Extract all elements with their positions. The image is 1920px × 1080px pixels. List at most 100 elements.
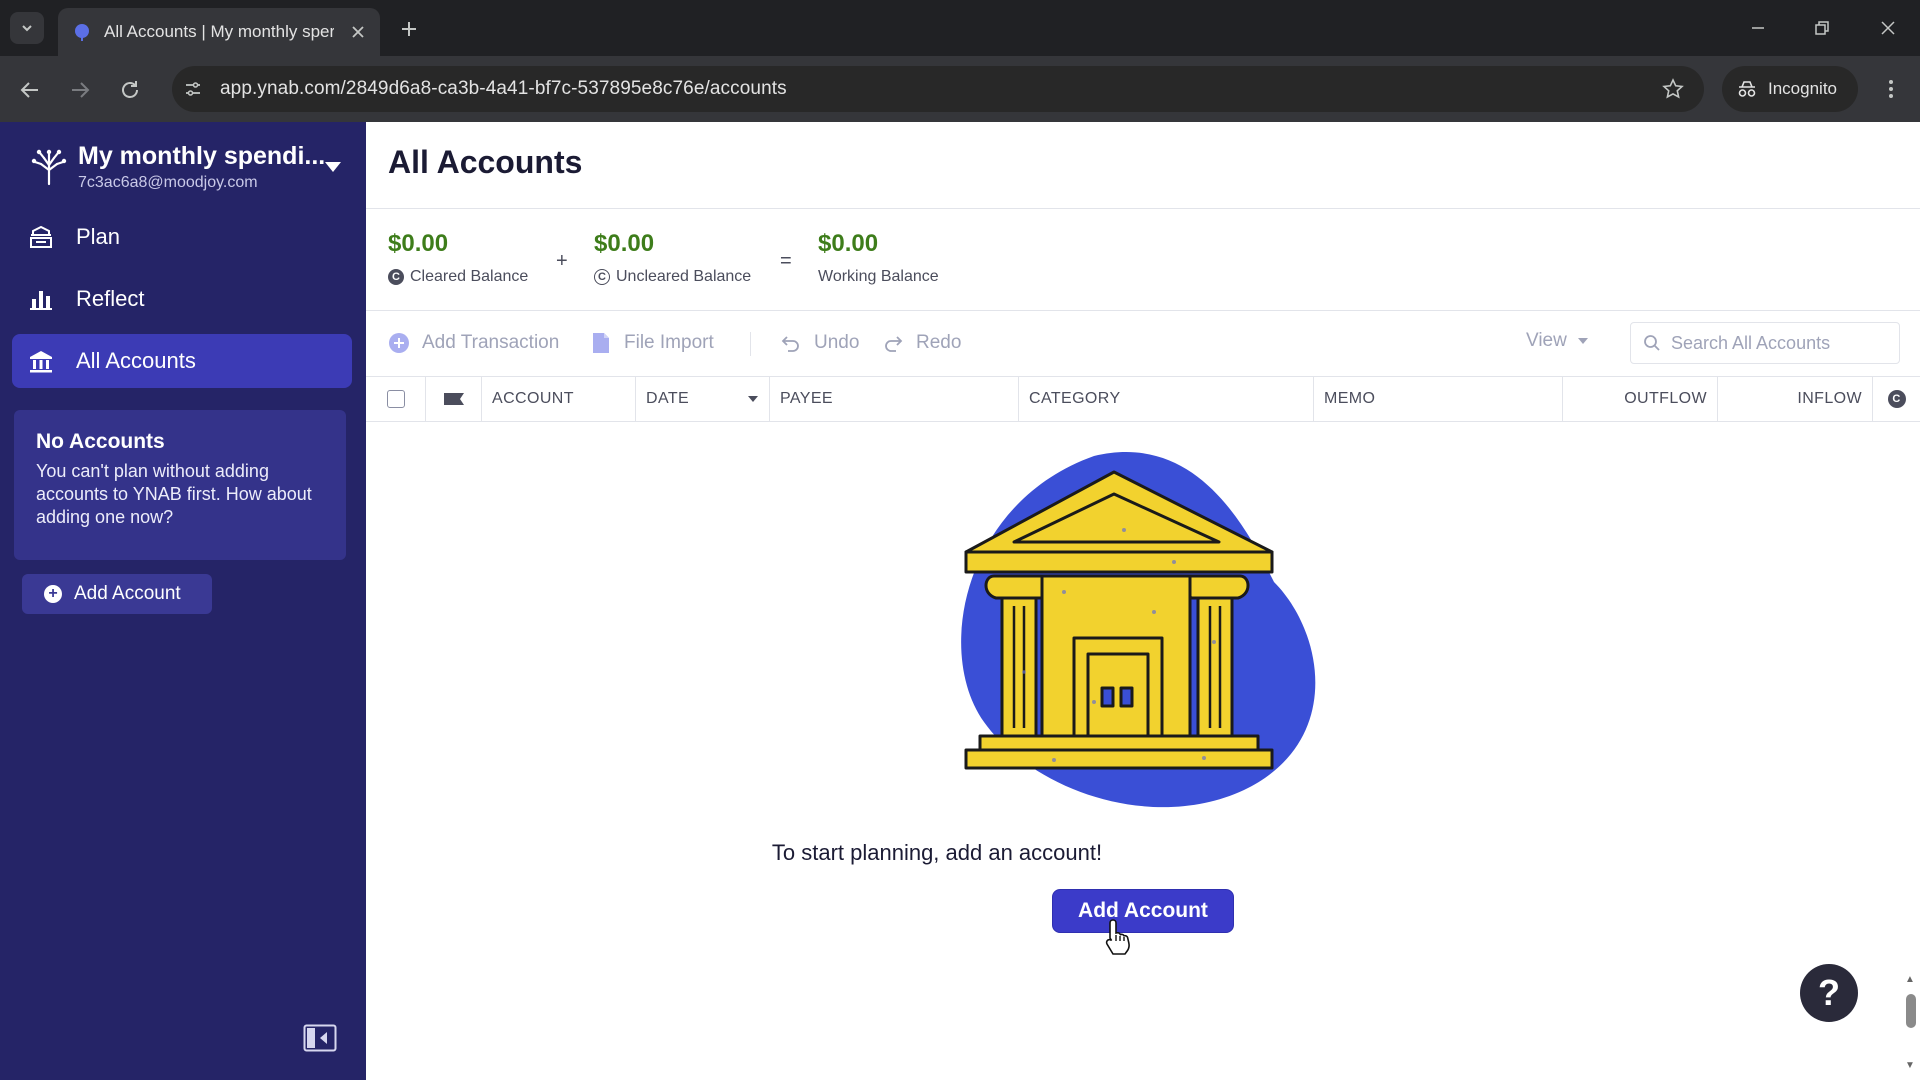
incognito-indicator[interactable]: Incognito (1722, 66, 1858, 112)
plus-circle-icon: + (44, 585, 62, 603)
balance-divider (366, 310, 1920, 311)
cleared-c-icon: C (1887, 390, 1906, 408)
plan-icon (26, 222, 56, 252)
scroll-down-arrow-icon[interactable]: ▼ (1904, 1060, 1916, 1071)
select-all-checkbox[interactable] (386, 390, 405, 408)
working-balance: $0.00 Working Balance (818, 230, 939, 286)
cleared-column-header[interactable]: C (1873, 377, 1920, 421)
cleared-balance-label: Cleared Balance (410, 268, 529, 285)
no-accounts-notice: No Accounts You can't plan without addin… (14, 410, 346, 560)
scrollbar-thumb[interactable] (1906, 994, 1916, 1028)
uncleared-balance-label: Uncleared Balance (616, 268, 752, 285)
inflow-column-header[interactable]: INFLOW (1718, 377, 1873, 421)
bank-icon (26, 346, 56, 376)
redo-button[interactable]: Redo (882, 328, 961, 358)
cleared-c-icon: C (388, 269, 404, 285)
undo-label: Undo (814, 332, 860, 353)
add-circle-icon (388, 332, 410, 354)
sidebar-item-all-accounts[interactable]: All Accounts (12, 334, 352, 388)
memo-column-header[interactable]: MEMO (1314, 377, 1563, 421)
tab-search-button[interactable] (10, 12, 44, 44)
select-all-checkbox-cell (366, 377, 426, 421)
close-window-icon[interactable] (1868, 12, 1908, 44)
flag-icon (443, 393, 464, 405)
back-arrow-icon[interactable] (12, 72, 48, 108)
restore-window-icon[interactable] (1802, 12, 1842, 44)
outflow-column-header[interactable]: OUTFLOW (1563, 377, 1718, 421)
equals-operator: = (780, 250, 792, 272)
sidebar: My monthly spendi... 7c3ac6a8@moodjoy.co… (0, 122, 366, 1080)
empty-state-message: To start planning, add an account! (771, 840, 1103, 865)
url-text[interactable]: app.ynab.com/2849d6a8-ca3b-4a41-bf7c-537… (220, 78, 787, 100)
browser-tab-active[interactable]: All Accounts | My monthly sper (58, 8, 380, 56)
undo-icon (780, 332, 802, 354)
redo-icon (882, 332, 904, 354)
scroll-up-arrow-icon[interactable]: ▲ (1904, 974, 1916, 985)
caret-down-icon (1577, 338, 1588, 344)
working-balance-label: Working Balance (818, 268, 939, 285)
add-account-button[interactable]: Add Account (1052, 889, 1234, 933)
cleared-balance-amount: $0.00 (388, 230, 449, 257)
chevron-down-icon (22, 25, 32, 32)
uncleared-balance: $0.00 C Uncleared Balance (594, 230, 751, 286)
view-label: View (1526, 330, 1567, 351)
search-input[interactable] (1671, 332, 1891, 354)
reload-icon[interactable] (112, 72, 148, 108)
cleared-balance: $0.00 C Cleared Balance (388, 230, 528, 286)
forward-arrow-icon[interactable] (62, 72, 98, 108)
file-icon (590, 332, 612, 354)
bookmark-star-icon[interactable] (1658, 74, 1688, 104)
browser-menu-icon[interactable] (1876, 74, 1906, 104)
no-accounts-text: You can't plan without adding accounts t… (36, 461, 312, 527)
file-import-label: File Import (624, 332, 714, 353)
sidebar-add-account-label: Add Account (74, 583, 181, 604)
main-content: All Accounts $0.00 C Cleared Balance + $… (366, 122, 1920, 1080)
file-import-button[interactable]: File Import (590, 328, 714, 358)
view-menu-button[interactable]: View (1526, 330, 1589, 352)
sidebar-item-reflect[interactable]: Reflect (12, 272, 352, 326)
sidebar-item-label: All Accounts (76, 348, 196, 373)
search-box[interactable] (1630, 322, 1900, 364)
browser-tab-bar: All Accounts | My monthly sper (0, 0, 1920, 56)
add-transaction-button[interactable]: Add Transaction (388, 328, 559, 358)
no-accounts-title: No Accounts (36, 430, 165, 453)
date-column-header[interactable]: DATE (636, 377, 770, 421)
tab-title: All Accounts | My monthly sper (104, 22, 334, 41)
budget-email: 7c3ac6a8@moodjoy.com (78, 174, 258, 191)
sort-caret-down-icon (748, 396, 758, 402)
header-divider (366, 208, 1920, 209)
sidebar-item-label: Reflect (76, 286, 145, 311)
sidebar-add-account-button[interactable]: + Add Account (22, 574, 212, 614)
page-title: All Accounts (388, 144, 583, 180)
hand-pointer-cursor-icon (1105, 919, 1130, 955)
incognito-label: Incognito (1768, 79, 1837, 98)
caret-down-icon[interactable] (322, 156, 344, 178)
add-transaction-label: Add Transaction (422, 332, 560, 353)
new-tab-plus-icon[interactable] (394, 14, 424, 44)
category-column-header[interactable]: CATEGORY (1019, 377, 1314, 421)
incognito-icon (1738, 81, 1756, 97)
collapse-sidebar-icon[interactable] (302, 1022, 338, 1054)
close-tab-icon[interactable] (348, 22, 368, 42)
date-column-label: DATE (646, 390, 690, 407)
undo-button[interactable]: Undo (780, 328, 859, 358)
uncleared-c-icon: C (594, 269, 610, 285)
bank-building-illustration (961, 452, 1316, 808)
account-column-header[interactable]: ACCOUNT (482, 377, 636, 421)
ynab-favicon-icon (75, 24, 89, 41)
ynab-tree-logo-icon (31, 149, 67, 186)
help-button[interactable]: ? (1800, 964, 1858, 1022)
redo-label: Redo (916, 332, 962, 353)
site-info-icon[interactable] (180, 76, 206, 102)
transactions-table-header: ACCOUNT DATE PAYEE CATEGORY MEMO OUTFLOW… (366, 376, 1920, 422)
flag-column-header[interactable] (426, 377, 482, 421)
minimize-window-icon[interactable] (1738, 12, 1778, 44)
plus-operator: + (556, 250, 568, 272)
working-balance-amount: $0.00 (818, 230, 879, 257)
sidebar-item-label: Plan (76, 224, 121, 249)
payee-column-header[interactable]: PAYEE (770, 377, 1019, 421)
sidebar-item-plan[interactable]: Plan (12, 210, 352, 264)
search-icon (1644, 335, 1660, 351)
budget-name[interactable]: My monthly spendi... (78, 142, 325, 171)
uncleared-balance-amount: $0.00 (594, 230, 655, 257)
